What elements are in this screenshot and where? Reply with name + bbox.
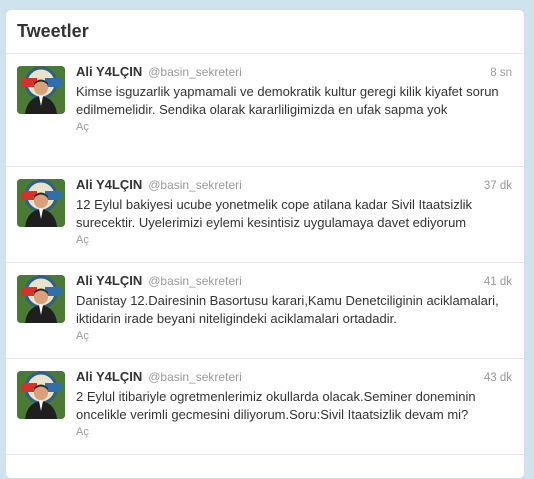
expand-link[interactable]: Aç (76, 330, 512, 342)
tweet-text: Kimse isguzarlik yapmamali ve demokratik… (76, 84, 499, 117)
avatar[interactable] (17, 371, 65, 419)
tweet-timestamp[interactable]: 43 dk (484, 372, 512, 384)
author-name[interactable]: Ali Y4LÇIN (76, 64, 142, 79)
tweet-text: 2 Eylul itibariyle ogretmenlerimiz okull… (76, 389, 476, 422)
author-name[interactable]: Ali Y4LÇIN (76, 369, 142, 384)
tweet-item[interactable]: Ali Y4LÇIN @basin_sekreteri 8 sn Kimse i… (6, 54, 524, 167)
panel-title: Tweetler (17, 21, 89, 41)
expand-link[interactable]: Aç (76, 426, 512, 438)
author-handle[interactable]: @basin_sekreteri (148, 370, 242, 384)
author-handle[interactable]: @basin_sekreteri (148, 274, 242, 288)
avatar[interactable] (17, 179, 65, 227)
tweet-item[interactable]: Ali Y4LÇIN @basin_sekreteri 37 dk 12 Eyl… (6, 167, 524, 263)
tweet-timestamp[interactable]: 37 dk (484, 180, 512, 192)
tweet-text: 12 Eylul bakiyesi ucube yonetmelik cope … (76, 197, 472, 230)
author-handle[interactable]: @basin_sekreteri (148, 178, 242, 192)
avatar[interactable] (17, 275, 65, 323)
expand-link[interactable]: Aç (76, 121, 512, 133)
avatar[interactable] (17, 66, 65, 114)
tweet-item[interactable]: Ali Y4LÇIN @basin_sekreteri 41 dk Danist… (6, 263, 524, 359)
tweet-timestamp[interactable]: 8 sn (490, 67, 512, 79)
panel-header: Tweetler (6, 10, 524, 54)
author-handle[interactable]: @basin_sekreteri (148, 65, 242, 79)
tweet-item[interactable]: Ali Y4LÇIN @basin_sekreteri 43 dk 2 Eylu… (6, 359, 524, 455)
author-name[interactable]: Ali Y4LÇIN (76, 177, 142, 192)
tweets-panel: Tweetler Ali Y4LÇIN @basin_sekreteri 8 s… (5, 9, 525, 479)
tweet-timestamp[interactable]: 41 dk (484, 276, 512, 288)
tweet-text: Danistay 12.Dairesinin Basortusu karari,… (76, 293, 499, 326)
expand-link[interactable]: Aç (76, 234, 512, 246)
author-name[interactable]: Ali Y4LÇIN (76, 273, 142, 288)
